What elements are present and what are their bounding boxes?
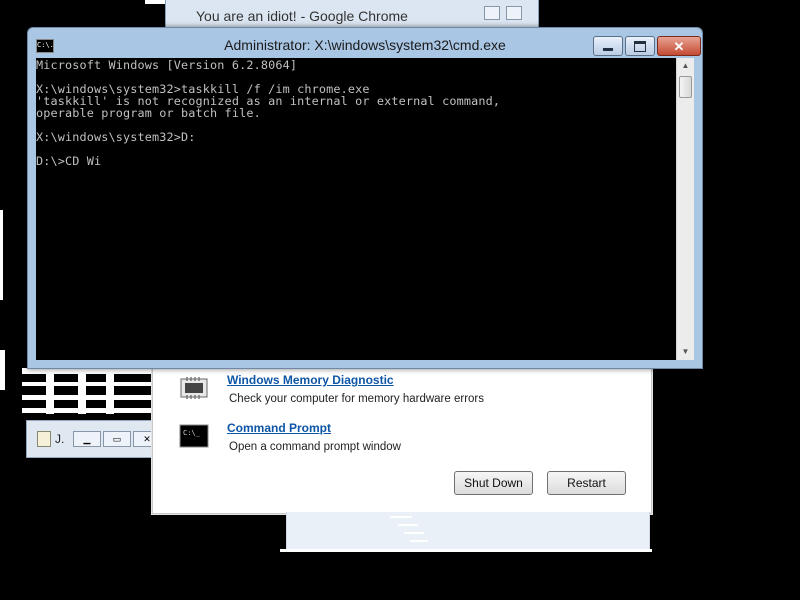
cmd-titlebar[interactable]: C:\. Administrator: X:\windows\system32\… — [28, 28, 702, 58]
glitch-artifact — [106, 368, 114, 414]
mini-maximize-button[interactable]: ▭ — [103, 431, 131, 447]
dialog-lower-frame — [286, 512, 650, 551]
command-prompt-link[interactable]: Command Prompt — [227, 421, 331, 435]
glitch-artifact — [390, 516, 412, 518]
minimized-window-label: J. — [55, 432, 65, 446]
console-line: X:\windows\system32>D: — [36, 130, 196, 144]
memory-diagnostic-link[interactable]: Windows Memory Diagnostic — [227, 373, 394, 387]
glitch-artifact — [22, 408, 152, 413]
console-line: operable program or batch file. — [36, 106, 261, 120]
maximize-icon — [634, 40, 646, 52]
chrome-minimize-button[interactable] — [484, 6, 500, 20]
recovery-item-memory-diagnostic[interactable]: Windows Memory Diagnostic Check your com… — [179, 373, 619, 413]
maximize-button[interactable] — [625, 36, 655, 56]
glitch-artifact — [78, 368, 86, 414]
mini-minimize-button[interactable]: ▁ — [73, 431, 101, 447]
glitch-artifact — [46, 368, 54, 414]
glitch-artifact — [398, 524, 418, 526]
minimize-icon — [603, 48, 613, 51]
cmd-client-area[interactable]: Microsoft Windows [Version 6.2.8064] X:\… — [36, 58, 694, 360]
console-text: Microsoft Windows [Version 6.2.8064] X:\… — [36, 59, 677, 167]
svg-text:C:\_: C:\_ — [183, 429, 201, 437]
shut-down-button[interactable]: Shut Down — [454, 471, 533, 495]
cmd-window[interactable]: C:\. Administrator: X:\windows\system32\… — [27, 27, 703, 369]
glitch-artifact — [0, 350, 5, 390]
glitch-artifact — [404, 532, 424, 534]
glitch-artifact — [22, 382, 152, 386]
memory-chip-icon — [180, 377, 208, 399]
scroll-down-arrow-icon[interactable]: ▼ — [677, 344, 694, 360]
glitch-artifact — [410, 540, 428, 542]
console-line: D:\>CD Wi — [36, 154, 102, 168]
recovery-dialog: Windows Memory Diagnostic Check your com… — [152, 360, 652, 514]
glitch-artifact — [0, 210, 3, 300]
chrome-window-title: You are an idiot! - Google Chrome — [196, 8, 408, 24]
scroll-thumb[interactable] — [679, 76, 692, 98]
chrome-close-button[interactable] — [506, 6, 522, 20]
console-line: Microsoft Windows [Version 6.2.8064] — [36, 58, 298, 72]
console-output[interactable]: Microsoft Windows [Version 6.2.8064] X:\… — [36, 58, 677, 361]
close-icon: ✕ — [673, 38, 685, 54]
glitch-strip — [145, 0, 167, 4]
glitch-artifact — [22, 395, 152, 400]
close-button[interactable]: ✕ — [657, 36, 701, 56]
command-prompt-icon: C:\_ — [179, 424, 209, 448]
glitch-artifact — [280, 549, 652, 552]
restart-button[interactable]: Restart — [547, 471, 626, 495]
vertical-scrollbar[interactable]: ▲ ▼ — [676, 58, 694, 360]
command-prompt-description: Open a command prompt window — [229, 441, 401, 453]
minimize-button[interactable] — [593, 36, 623, 56]
minimized-window[interactable]: J. ▁ ▭ ✕ — [26, 420, 162, 458]
recovery-item-command-prompt[interactable]: C:\_ Command Prompt Open a command promp… — [179, 421, 619, 461]
document-icon — [37, 431, 51, 447]
scroll-up-arrow-icon[interactable]: ▲ — [677, 58, 694, 74]
memory-diagnostic-description: Check your computer for memory hardware … — [229, 393, 484, 405]
